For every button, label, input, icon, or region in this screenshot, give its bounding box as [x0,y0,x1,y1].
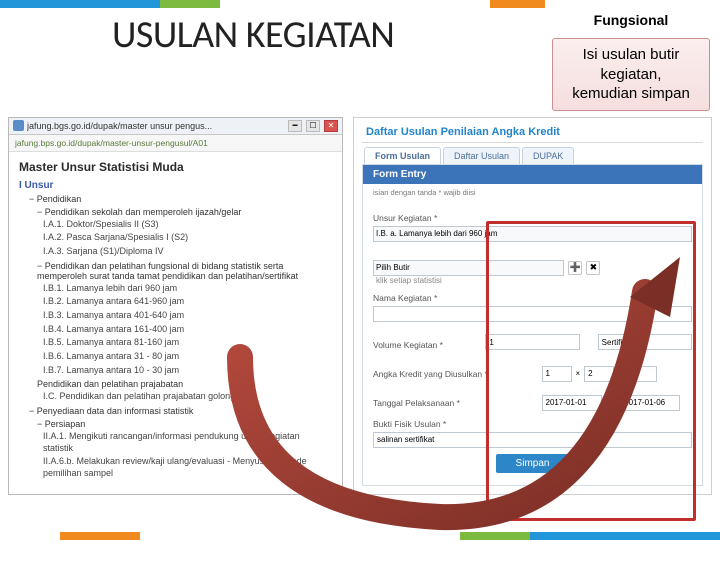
date-sd: s.d [606,398,617,407]
save-button[interactable]: Simpan [496,454,570,473]
label-nama-kegiatan: Nama Kegiatan * [373,293,692,303]
tree-item[interactable]: I.B.1. Lamanya lebih dari 960 jam [43,283,332,295]
top-decor-bar [0,0,720,8]
label-unsur-kegiatan: Unsur Kegiatan * [373,213,692,223]
webapp-panel-right: Daftar Usulan Penilaian Angka Kredit For… [353,117,712,495]
address-bar[interactable]: jafung.bps.go.id/dupak/master-unsur-peng… [9,135,342,152]
tree-item[interactable]: I.B.4. Lamanya antara 161-400 jam [43,324,332,336]
label-volume: Volume Kegiatan * [373,340,467,350]
input-date-from[interactable] [542,395,602,411]
input-date-to[interactable] [620,395,680,411]
tree-item[interactable]: I.B.7. Lamanya antara 10 - 30 jam [43,365,332,377]
browser-window-left: jafung.bgs.go.id/dupak/master unsur peng… [8,117,343,495]
input-ak-2[interactable] [584,366,614,382]
bottom-decor-bar [0,532,720,540]
add-icon[interactable]: ➕ [568,261,582,275]
subgroup-pelatihan[interactable]: − Pendidikan dan pelatihan fungsional di… [37,261,332,281]
input-nama-kegiatan[interactable] [373,306,692,322]
tab-daftar-usulan[interactable]: Daftar Usulan [443,147,520,164]
group-penyediaan[interactable]: − Penyediaan data dan informasi statisti… [29,406,332,416]
subgroup-prajabatan[interactable]: Pendidikan dan pelatihan prajabatan [37,379,332,389]
input-ak-1[interactable] [542,366,572,382]
tree-item[interactable]: I.B.3. Lamanya antara 401-640 jam [43,310,332,322]
tree-item[interactable]: I.A.1. Doktor/Spesialis II (S3) [43,219,332,231]
input-volume-1[interactable] [485,334,579,350]
browser-tab-title[interactable]: jafung.bgs.go.id/dupak/master unsur peng… [27,121,284,131]
window-close-button[interactable]: ✕ [324,120,338,132]
tree-item[interactable]: II.A.6.b. Melakukan review/kaji ulang/ev… [43,456,332,479]
input-bukti[interactable] [373,432,692,448]
subgroup-persiapan[interactable]: − Persiapan [37,419,332,429]
tab-favicon [13,120,24,131]
eq-sign: = [618,369,623,378]
mult-sign: × [576,369,581,378]
master-title: Master Unsur Statistisi Muda [19,160,332,174]
tab-dupak[interactable]: DUPAK [522,147,574,164]
window-maximize-button[interactable]: ☐ [306,120,320,132]
label-angka-kredit: Angka Kredit yang Diusulkan * [373,369,524,379]
tree-item[interactable]: I.A.3. Sarjana (S1)/Diploma IV [43,246,332,258]
form-entry-title: Form Entry [363,165,702,184]
page-title: USULAN KEGIATAN [112,12,394,58]
tree-item[interactable]: I.B.6. Lamanya antara 31 - 80 jam [43,351,332,363]
group-pendidikan[interactable]: − Pendidikan [29,194,332,204]
label-tanggal: Tanggal Pelaksanaan * [373,398,524,408]
remove-icon[interactable]: ✖ [586,261,600,275]
section-unsur[interactable]: I Unsur [19,180,332,191]
instruction-callout: Isi usulan butir kegiatan, kemudian simp… [552,38,710,111]
daftar-title: Daftar Usulan Penilaian Angka Kredit [354,118,711,142]
label-bukti: Bukti Fisik Usulan * [373,419,692,429]
select-pilih-butir[interactable] [373,260,564,276]
input-ak-3[interactable] [627,366,657,382]
tree-item[interactable]: I.C. Pendidikan dan pelatihan prajabatan… [43,391,332,403]
tab-form-usulan[interactable]: Form Usulan [364,147,441,164]
select-unsur-kegiatan[interactable] [373,226,692,242]
tree-item[interactable]: I.A.2. Pasca Sarjana/Spesialis I (S2) [43,232,332,244]
input-volume-2[interactable] [598,334,692,350]
hint-text: klik setiap statistisi [376,276,692,285]
required-note: isian dengan tanda * wajib diisi [363,184,702,201]
subgroup-pendidikan-sekolah[interactable]: − Pendidikan sekolah dan memperoleh ijaz… [37,207,332,217]
tree-item[interactable]: I.B.2. Lamanya antara 641-960 jam [43,296,332,308]
tree-item[interactable]: II.A.1. Mengikuti rancangan/informasi pe… [43,431,332,454]
tree-item[interactable]: I.B.5. Lamanya antara 81-160 jam [43,337,332,349]
page-label-fungsional: Fungsional [552,12,710,28]
window-minimize-button[interactable]: ━ [288,120,302,132]
